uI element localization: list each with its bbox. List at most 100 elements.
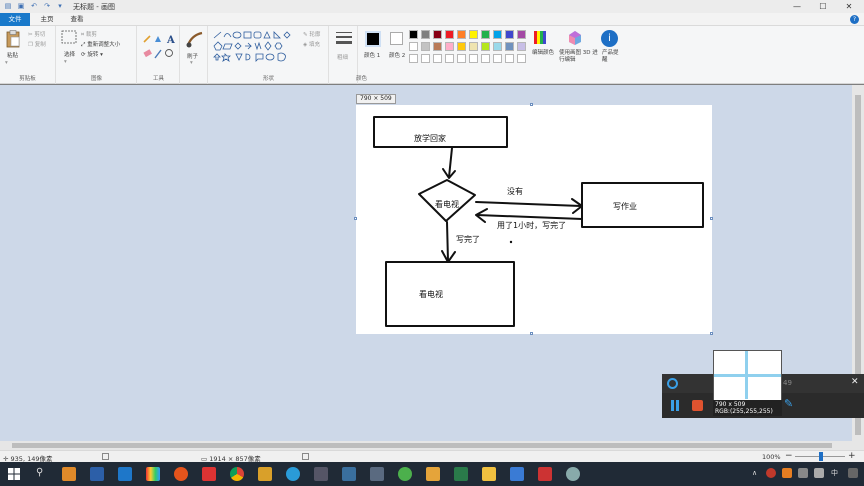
file-explorer-icon[interactable] xyxy=(482,467,496,481)
chrome-icon[interactable] xyxy=(230,467,244,481)
palette-swatch[interactable] xyxy=(445,30,454,39)
palette-swatch-empty[interactable] xyxy=(445,54,454,63)
drawing-canvas[interactable]: 放学回家 看电视 写作业 看电视 没有 写完了 用了1小时，写完了 xyxy=(354,103,713,335)
taskbar-app-icon[interactable] xyxy=(202,467,216,481)
palette-swatch-empty[interactable] xyxy=(481,54,490,63)
shapes-gallery[interactable] xyxy=(212,30,298,64)
taskbar-app-icon[interactable] xyxy=(314,467,328,481)
color2-button[interactable]: 颜色 2 xyxy=(389,51,405,59)
maximize-button[interactable]: ☐ xyxy=(810,0,836,13)
text-tool-icon[interactable]: A xyxy=(166,35,175,46)
palette-swatch-empty[interactable] xyxy=(505,54,514,63)
product-alert-button[interactable]: 产品提醒 xyxy=(602,50,620,64)
palette-swatch[interactable] xyxy=(481,30,490,39)
taskbar-app-icon[interactable] xyxy=(90,467,104,481)
size-icon[interactable] xyxy=(335,30,353,48)
product-alert-icon[interactable]: i xyxy=(601,30,618,47)
resize-handle-left[interactable] xyxy=(354,217,357,220)
crop-button[interactable]: ⌗ 裁剪 xyxy=(81,30,97,39)
color-picker-icon[interactable] xyxy=(154,49,162,59)
palette-swatch-empty[interactable] xyxy=(433,54,442,63)
palette-swatch[interactable] xyxy=(493,30,502,39)
palette-swatch[interactable] xyxy=(421,42,430,51)
pencil-icon[interactable] xyxy=(143,35,151,43)
palette-swatch[interactable] xyxy=(517,42,526,51)
palette-swatch[interactable] xyxy=(481,42,490,51)
tray-icon[interactable] xyxy=(766,468,776,478)
taskbar-app-icon[interactable] xyxy=(370,467,384,481)
tab-view[interactable]: 查看 xyxy=(62,13,92,26)
fill-button[interactable]: ◈ 填充 xyxy=(303,40,320,48)
palette-swatch-empty[interactable] xyxy=(493,54,502,63)
magnifier-tool-icon[interactable] xyxy=(165,49,173,57)
redo-icon[interactable]: ↷ xyxy=(42,2,52,11)
palette-swatch[interactable] xyxy=(433,30,442,39)
tab-file[interactable]: 文件 xyxy=(0,13,30,26)
start-button[interactable] xyxy=(8,468,20,480)
brushes-button[interactable]: 刷子 xyxy=(187,52,198,60)
resize-handle-right[interactable] xyxy=(710,217,713,220)
copy-button[interactable]: ❐ 复制 xyxy=(28,40,46,48)
zoom-in-button[interactable]: + xyxy=(848,451,856,461)
network-icon[interactable] xyxy=(798,468,808,478)
pause-icon[interactable] xyxy=(671,400,674,411)
resize-handle-bottom[interactable] xyxy=(530,332,533,335)
paste-button[interactable]: 粘贴 xyxy=(7,51,18,59)
palette-swatch[interactable] xyxy=(493,42,502,51)
taskbar-app-icon[interactable] xyxy=(538,467,552,481)
taskbar-app-icon[interactable] xyxy=(510,467,524,481)
palette-swatch-empty[interactable] xyxy=(457,54,466,63)
zoom-slider-thumb[interactable] xyxy=(819,452,823,461)
horizontal-scroll-thumb[interactable] xyxy=(12,443,832,448)
resize-handle-top[interactable] xyxy=(530,103,533,106)
taskbar-app-icon[interactable] xyxy=(62,467,76,481)
resize-button[interactable]: ⤢ 重新调整大小 xyxy=(81,40,120,49)
palette-swatch[interactable] xyxy=(517,30,526,39)
cut-button[interactable]: ✂ 剪切 xyxy=(28,30,45,38)
paint3d-icon[interactable] xyxy=(567,30,583,46)
palette-swatch[interactable] xyxy=(421,30,430,39)
select-button[interactable]: 选择 xyxy=(64,50,75,58)
paste-dropdown-icon[interactable]: ▾ xyxy=(5,60,8,66)
palette-swatch[interactable] xyxy=(469,42,478,51)
paint3d-button[interactable]: 使用画图 3D 进行编辑 xyxy=(559,50,599,64)
recorder-close-icon[interactable]: ✕ xyxy=(851,377,859,387)
help-icon[interactable]: ? xyxy=(850,15,859,24)
search-icon[interactable]: ⚲ xyxy=(36,467,43,478)
resize-handle-corner[interactable] xyxy=(710,332,713,335)
taskbar-app-icon[interactable] xyxy=(174,467,188,481)
zoom-out-button[interactable]: − xyxy=(785,451,793,461)
brushes-dropdown-icon[interactable]: ▾ xyxy=(190,60,193,66)
notification-icon[interactable] xyxy=(848,468,858,478)
tab-home[interactable]: 主页 xyxy=(32,13,62,26)
horizontal-scrollbar[interactable] xyxy=(0,441,852,450)
save-icon[interactable]: ▣ xyxy=(16,2,26,11)
paste-icon[interactable] xyxy=(5,30,21,48)
minimize-button[interactable]: — xyxy=(784,0,810,13)
rotate-button[interactable]: ⟳ 旋转 ▾ xyxy=(81,50,103,58)
palette-swatch[interactable] xyxy=(409,30,418,39)
palette-swatch-empty[interactable] xyxy=(421,54,430,63)
taskbar-app-icon[interactable] xyxy=(146,467,160,481)
palette-swatch-empty[interactable] xyxy=(469,54,478,63)
select-dropdown-icon[interactable]: ▾ xyxy=(64,59,67,65)
taskbar-app-icon[interactable] xyxy=(118,467,132,481)
edit-colors-icon[interactable] xyxy=(533,30,547,46)
taskbar-app-icon[interactable] xyxy=(454,467,468,481)
taskbar-app-icon[interactable] xyxy=(258,467,272,481)
tray-expand-icon[interactable]: ∧ xyxy=(752,469,757,477)
taskbar-app-icon[interactable] xyxy=(426,467,440,481)
size-button[interactable]: 粗细 xyxy=(337,53,348,61)
palette-swatch-empty[interactable] xyxy=(409,54,418,63)
pen-icon[interactable]: ✎ xyxy=(784,397,793,410)
select-icon[interactable] xyxy=(61,30,77,44)
palette-swatch[interactable] xyxy=(457,42,466,51)
taskbar-app-icon[interactable] xyxy=(286,467,300,481)
eraser-icon[interactable] xyxy=(143,49,152,58)
edit-colors-button[interactable]: 编辑颜色 xyxy=(532,50,554,57)
color2-swatch[interactable] xyxy=(390,32,403,45)
stop-icon[interactable] xyxy=(692,400,703,411)
tray-icon[interactable] xyxy=(782,468,792,478)
palette-swatch[interactable] xyxy=(457,30,466,39)
outline-button[interactable]: ✎ 轮廓 xyxy=(303,30,320,38)
